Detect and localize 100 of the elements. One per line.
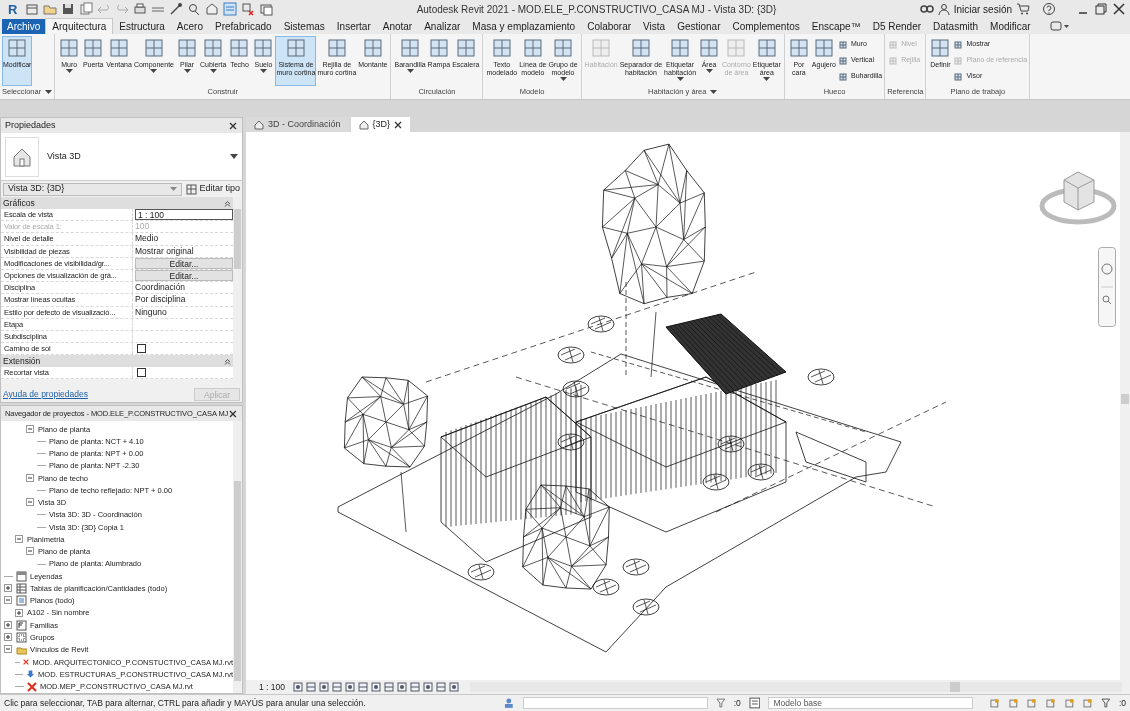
binoculars-icon[interactable] <box>919 2 934 16</box>
ribbon-tab[interactable]: Gestionar <box>671 18 727 34</box>
ribbon-tab[interactable]: Acero <box>170 18 209 34</box>
section-header: Extensión <box>3 355 41 367</box>
app-logo: R <box>7 2 19 16</box>
print-icon[interactable] <box>133 2 148 16</box>
filter-icon[interactable] <box>715 698 726 708</box>
ribbon-tab[interactable]: Vista <box>637 18 672 34</box>
tool-icon <box>325 37 348 59</box>
edit-type-button[interactable]: Editar tipo <box>186 182 240 196</box>
caret-icon[interactable] <box>230 153 238 160</box>
ribbon-tab[interactable]: Colaborar <box>581 18 638 34</box>
scrollbar[interactable] <box>470 682 1122 692</box>
expander-icon[interactable] <box>4 633 13 643</box>
collapse-icon[interactable] <box>224 199 231 207</box>
ribbon-tab[interactable]: Insertar <box>330 18 377 34</box>
expander-icon[interactable] <box>26 424 35 434</box>
ribbon-tab[interactable]: Masa y emplazamiento <box>466 18 582 34</box>
caret-icon <box>170 186 178 192</box>
ribbon-tab[interactable]: Estructura <box>113 18 171 34</box>
property-value: Medio <box>135 233 159 245</box>
sign-in-button[interactable]: Iniciar sesión <box>937 1 1012 17</box>
edit-button[interactable]: Editar... <box>135 270 233 282</box>
view-tab[interactable]: 3D - Coordinación <box>246 117 349 132</box>
expander-icon[interactable] <box>26 547 35 557</box>
close-icon[interactable] <box>228 408 238 419</box>
scale-label[interactable]: 1 : 100 <box>254 680 290 694</box>
close-views-icon[interactable] <box>241 2 256 16</box>
legend-icon <box>16 570 27 582</box>
scrollbar[interactable] <box>233 421 242 693</box>
save-icon[interactable] <box>61 2 76 16</box>
navigation-bar[interactable] <box>1098 247 1116 327</box>
tool-icon <box>399 37 422 59</box>
ribbon-tab[interactable]: D5 Render <box>866 18 928 34</box>
window-icon[interactable] <box>25 2 40 16</box>
help-link[interactable]: Ayuda de propiedades <box>3 387 88 401</box>
checkbox[interactable] <box>137 344 146 354</box>
ribbon-tab[interactable]: Sistemas <box>277 18 331 34</box>
caret-icon <box>559 77 567 82</box>
tool-icon <box>427 37 450 59</box>
expander-icon[interactable] <box>4 596 13 606</box>
expander-icon[interactable] <box>15 608 24 618</box>
ribbon-tab[interactable]: Analizar <box>418 18 467 34</box>
tool-icon <box>698 37 721 59</box>
group-icon <box>16 632 27 644</box>
redo-icon[interactable] <box>115 2 130 16</box>
edit-button[interactable]: Editar... <box>135 257 233 269</box>
help-icon[interactable] <box>1042 2 1056 16</box>
property-input-field[interactable]: 1 : 100 <box>135 209 233 221</box>
ribbon-tab[interactable]: Modificar <box>984 18 1037 34</box>
design-options-icon[interactable] <box>748 697 761 709</box>
tool-icon <box>669 37 692 59</box>
tool-icon <box>552 37 574 59</box>
ribbon-options-icon[interactable] <box>1048 20 1071 32</box>
ribbon-tab[interactable]: Enscape™ <box>805 18 867 34</box>
caret-icon <box>406 69 414 74</box>
file-menu-button[interactable]: Archivo <box>2 19 46 34</box>
dimension-icon[interactable] <box>169 2 184 16</box>
ribbon-tab[interactable]: Datasmith <box>927 18 985 34</box>
expander-icon[interactable] <box>15 535 24 544</box>
section-header: Gráficos <box>3 197 35 209</box>
house-icon[interactable] <box>205 2 220 16</box>
cart-icon[interactable] <box>1016 2 1030 16</box>
design-option-dropdown[interactable]: Modelo base <box>768 697 973 709</box>
folder-icon[interactable] <box>43 2 58 16</box>
close-icon <box>394 120 403 129</box>
status-message: Clic para seleccionar, TAB para alternar, CTRL para añadir y MAYÚS para anular una selección. <box>4 696 367 710</box>
user-icon <box>937 3 950 15</box>
scrollbar[interactable] <box>1120 132 1130 680</box>
tool-icon <box>58 37 81 59</box>
switch-windows-icon[interactable] <box>259 2 274 16</box>
collapse-icon[interactable] <box>224 357 231 365</box>
view-tab[interactable]: {3D} <box>350 117 411 132</box>
type-name: Vista 3D <box>47 149 82 163</box>
thin-lines-icon[interactable] <box>223 2 238 16</box>
table-icon <box>16 583 27 595</box>
restore-icon[interactable] <box>1094 2 1108 16</box>
expander-icon[interactable] <box>4 584 13 594</box>
workset-icon[interactable] <box>503 697 515 709</box>
ribbon-tab[interactable]: Complementos <box>726 18 806 34</box>
ribbon-tab[interactable]: Anotar <box>376 18 419 34</box>
close-icon[interactable] <box>228 120 238 131</box>
grid-icon <box>186 183 198 195</box>
close-icon[interactable] <box>1112 2 1126 16</box>
tool-icon <box>837 54 849 67</box>
type-dropdown[interactable]: Vista 3D: {3D} <box>3 182 183 196</box>
expander-icon[interactable] <box>26 498 35 508</box>
undo-icon[interactable] <box>97 2 112 16</box>
ribbon-tab[interactable]: Arquitectura <box>45 18 114 34</box>
expander-icon[interactable] <box>4 645 13 655</box>
tool-icon <box>521 37 544 59</box>
expander-icon[interactable] <box>4 620 13 630</box>
expander-icon[interactable] <box>26 473 35 483</box>
checkbox[interactable] <box>137 368 146 378</box>
caret-icon <box>705 69 713 74</box>
panel-title: Propiedades <box>5 118 56 132</box>
tool-icon <box>837 70 849 83</box>
tool-icon <box>454 37 477 59</box>
filter-icon[interactable] <box>1101 698 1111 708</box>
ribbon-tab[interactable]: Prefabricado <box>209 18 278 34</box>
